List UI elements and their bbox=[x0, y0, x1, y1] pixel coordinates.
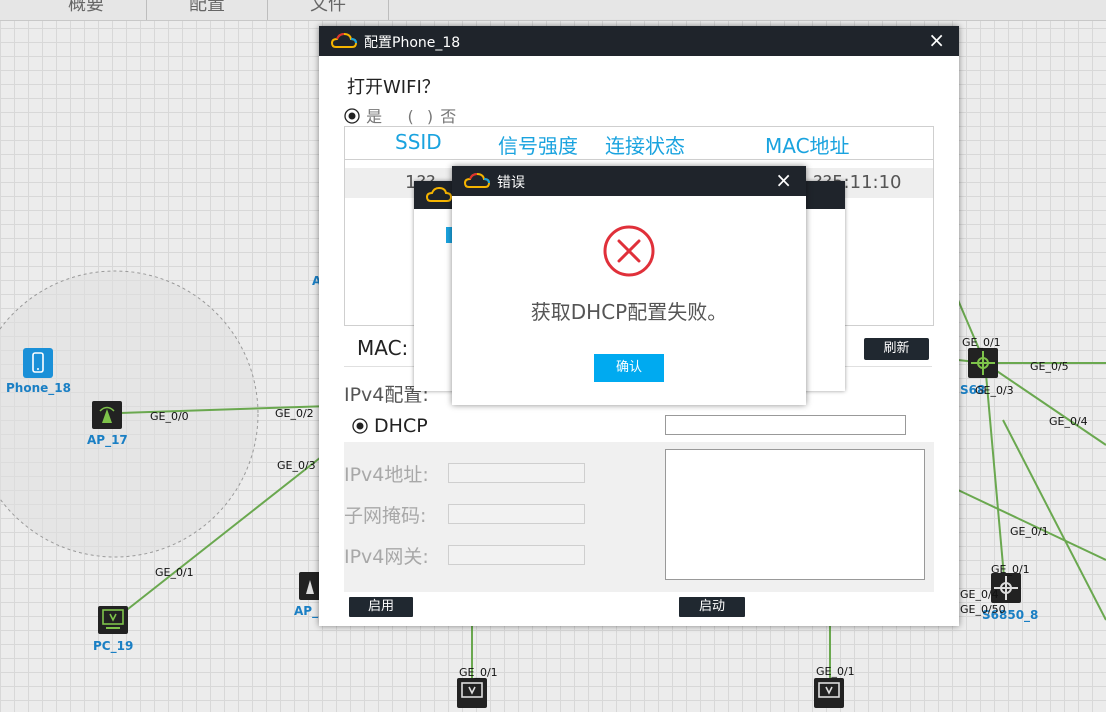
config-dialog-titlebar[interactable]: 配置Phone_18 × bbox=[319, 26, 959, 56]
port-label: GE_0/1 bbox=[962, 336, 1001, 349]
switch-icon[interactable] bbox=[968, 348, 998, 382]
dhcp-label: DHCP bbox=[374, 415, 428, 437]
table-header: SSID 信号强度 连接状态 MAC地址 bbox=[345, 127, 933, 160]
subnet-mask-label: 子网掩码: bbox=[344, 505, 427, 527]
port-label: GE_0/50 bbox=[960, 603, 1006, 616]
radio-no[interactable]: ( ) 否 bbox=[407, 103, 457, 127]
device-label-phone: Phone_18 bbox=[6, 381, 71, 395]
refresh-button[interactable]: 刷新 bbox=[864, 338, 929, 360]
radio-unchecked-icon: ( ) bbox=[407, 107, 435, 126]
ipv4-address-input[interactable] bbox=[448, 463, 585, 483]
text-input[interactable] bbox=[665, 415, 906, 435]
header-mac: MAC地址 bbox=[765, 134, 850, 158]
ipv4-gateway-label: IPv4网关: bbox=[344, 546, 429, 568]
port-label: GE_0/4 bbox=[1049, 415, 1088, 428]
output-textarea[interactable] bbox=[665, 449, 925, 580]
close-icon[interactable]: × bbox=[928, 28, 945, 52]
phone-icon[interactable] bbox=[23, 348, 53, 382]
device-label-ap-partial: AP_ bbox=[294, 604, 319, 618]
radio-no-label: 否 bbox=[440, 107, 458, 126]
dhcp-radio[interactable]: DHCP bbox=[352, 415, 428, 437]
ipv4-address-label: IPv4地址: bbox=[344, 464, 429, 486]
cloud-logo-icon bbox=[464, 173, 490, 188]
error-message: 获取DHCP配置失败。 bbox=[530, 300, 728, 324]
ok-button[interactable]: 确认 bbox=[594, 354, 664, 382]
header-signal: 信号强度 bbox=[498, 134, 578, 158]
enable-button[interactable]: 启用 bbox=[349, 597, 413, 617]
close-icon[interactable]: × bbox=[775, 168, 792, 192]
mac-label: MAC: bbox=[357, 336, 409, 360]
wifi-question: 打开WIFI？ bbox=[347, 77, 440, 98]
pc-icon-3[interactable] bbox=[814, 678, 844, 712]
radio-yes-label: 是 bbox=[366, 107, 384, 126]
pc-icon-2[interactable] bbox=[457, 678, 487, 712]
header-ssid: SSID bbox=[395, 130, 442, 154]
header-status: 连接状态 bbox=[605, 134, 685, 158]
access-point-icon-2[interactable] bbox=[299, 572, 321, 604]
port-label: GE_0/5 bbox=[1030, 360, 1069, 373]
port-label: GE_0/3 bbox=[975, 384, 1014, 397]
error-title: 错误 bbox=[497, 175, 525, 191]
wifi-coverage-area bbox=[0, 270, 259, 558]
port-label: GE_0/1 bbox=[155, 566, 194, 579]
cloud-logo-icon bbox=[331, 33, 357, 48]
port-label: GE_0/4 bbox=[960, 588, 999, 601]
port-label: GE_0/1 bbox=[991, 563, 1030, 576]
access-point-icon[interactable] bbox=[92, 401, 122, 433]
port-label: GE_0/1 bbox=[816, 665, 855, 678]
error-dialog-titlebar[interactable]: 错误 × bbox=[452, 166, 806, 196]
port-label: GE_0/1 bbox=[459, 666, 498, 679]
device-label-ap17: AP_17 bbox=[87, 433, 128, 447]
ipv4-gateway-input[interactable] bbox=[448, 545, 585, 565]
port-label: GE_0/0 bbox=[150, 410, 189, 423]
port-label: GE_0/3 bbox=[277, 459, 316, 472]
error-icon bbox=[603, 225, 655, 277]
wifi-radio-group: 是 ( ) 否 bbox=[344, 103, 457, 127]
port-label: GE_0/1 bbox=[1010, 525, 1049, 538]
subnet-mask-input[interactable] bbox=[448, 504, 585, 524]
pc-icon[interactable] bbox=[98, 606, 128, 638]
radio-checked-icon bbox=[352, 418, 368, 434]
cloud-logo-icon bbox=[426, 187, 452, 202]
start-button[interactable]: 启动 bbox=[679, 597, 745, 617]
radio-checked-icon bbox=[344, 108, 360, 124]
port-label: GE_0/2 bbox=[275, 407, 314, 420]
error-dialog: 错误 × 获取DHCP配置失败。 确认 bbox=[452, 166, 806, 405]
device-label-pc19: PC_19 bbox=[93, 639, 134, 653]
dialog-title: 配置Phone_18 bbox=[364, 35, 461, 51]
radio-yes[interactable]: 是 bbox=[344, 103, 383, 127]
